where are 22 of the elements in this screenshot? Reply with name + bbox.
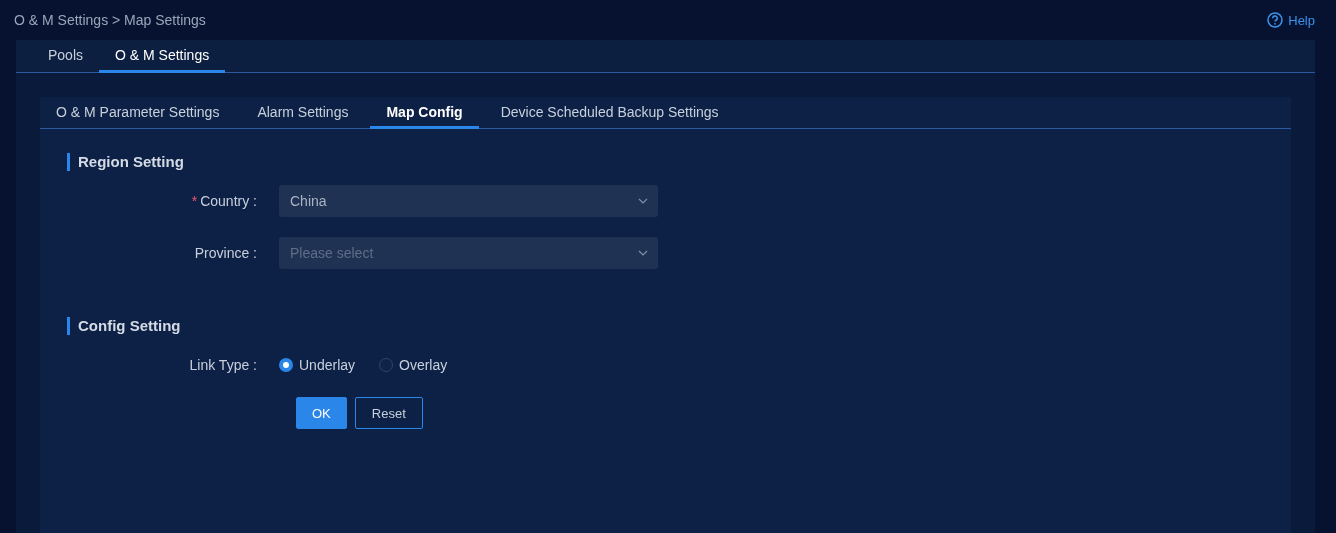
field-label: Province : [194,245,257,261]
section-title: Region Setting [67,153,1264,171]
breadcrumb: O & M Settings > Map Settings [14,12,206,28]
tab[interactable]: Alarm Settings [241,97,365,129]
field-label: Link Type : [189,357,257,373]
chevron-down-icon [638,250,648,256]
section-title: Config Setting [67,317,1264,335]
chevron-down-icon [638,198,648,204]
radio-option[interactable]: Underlay [279,357,356,373]
tab[interactable]: Pools [32,40,100,73]
tab[interactable]: Map Config [370,97,479,129]
tab[interactable]: Device Scheduled Backup Settings [484,97,735,129]
help-icon [1267,12,1284,28]
tab[interactable]: O & M Parameter Settings [40,97,236,129]
reset-button[interactable]: Reset [354,397,423,429]
required-mark: * [191,193,198,209]
help-link[interactable]: Help [1267,12,1315,28]
ok-button[interactable]: OK [296,397,347,429]
select-field[interactable]: China [279,185,658,217]
field-label: Country : [200,193,257,209]
radio-option[interactable]: Overlay [379,357,448,373]
tab[interactable]: O & M Settings [99,40,226,73]
